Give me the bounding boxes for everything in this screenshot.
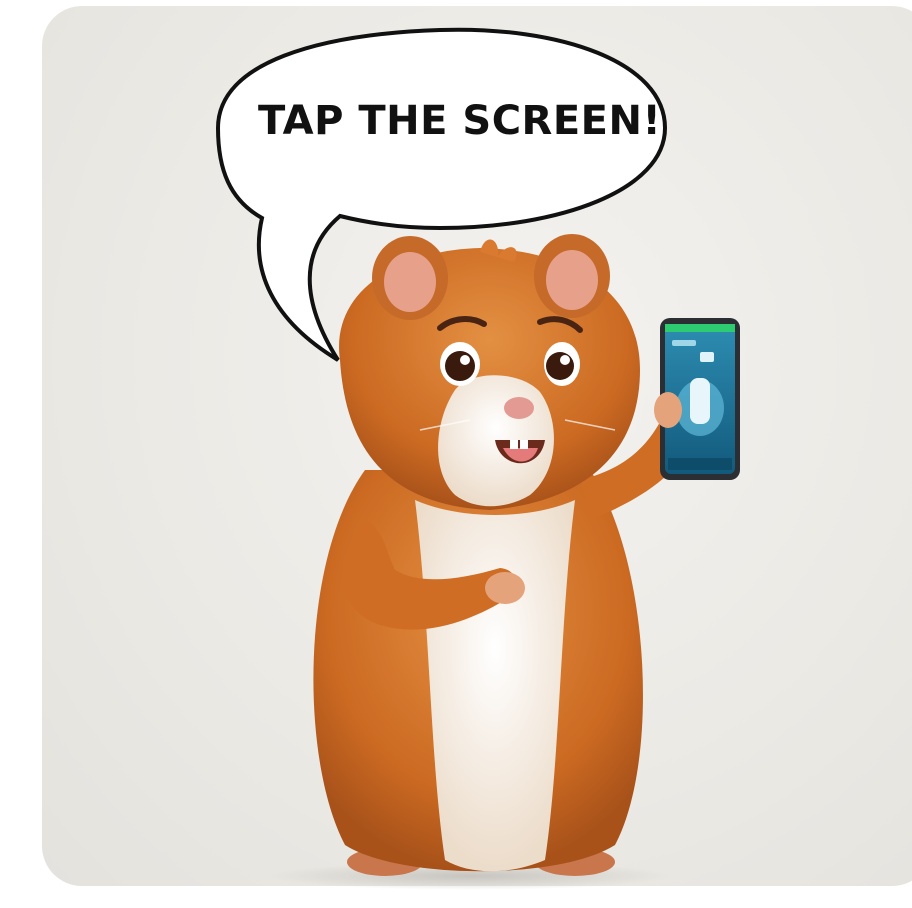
- hamster-paw: [654, 392, 682, 428]
- speech-bubble-text: TAP THE SCREEN!: [258, 98, 662, 144]
- hamster: [313, 234, 701, 876]
